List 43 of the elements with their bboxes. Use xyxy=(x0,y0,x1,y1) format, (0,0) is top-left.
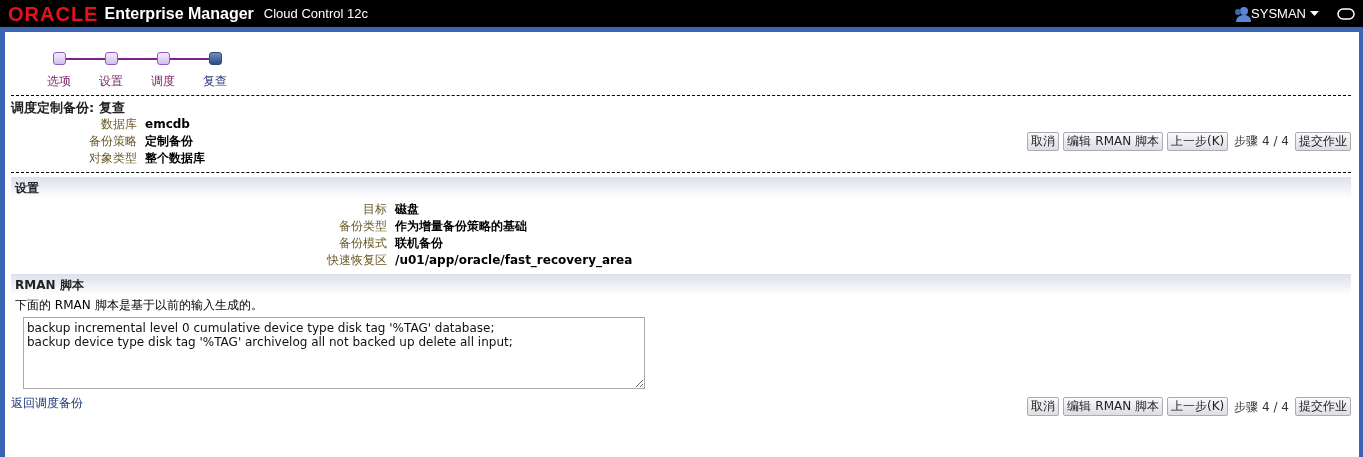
action-button[interactable]: 上一步(K) xyxy=(1167,397,1229,416)
step-counter: 步骤 4 / 4 xyxy=(1234,133,1289,149)
field-label: 备份类型 xyxy=(338,218,387,234)
action-button[interactable]: 编辑 RMAN 脚本 xyxy=(1063,131,1163,151)
submit-button[interactable]: 提交作业 xyxy=(1295,397,1351,416)
product-subtitle: Cloud Control 12c xyxy=(263,5,368,22)
field-label: 备份策略 xyxy=(88,133,137,149)
action-button[interactable]: 取消 xyxy=(1027,131,1060,151)
field-label: 目标 xyxy=(362,201,387,217)
script-field[interactable]: backup incremental level 0 cumulative device type disk tag '%TAG' database; backup device type disk tag '%TAG' archivelog all not backed up delete all input; xyxy=(23,317,645,389)
field-value: emcdb xyxy=(145,116,191,132)
field-label: 数据库 xyxy=(100,116,137,132)
section-header: 设置 xyxy=(11,177,1351,198)
field-value: 作为增量备份策略的基础 xyxy=(395,218,528,234)
back-link[interactable]: 返回调度备份 xyxy=(11,395,83,411)
submit-button[interactable]: 提交作业 xyxy=(1295,131,1351,151)
field-value: 联机备份 xyxy=(395,235,444,251)
train-step[interactable]: 调度 xyxy=(151,73,175,89)
action-button[interactable]: 编辑 RMAN 脚本 xyxy=(1063,397,1163,416)
page-title: 调度定制备份: 复查 xyxy=(11,100,126,116)
train-step[interactable]: 设置 xyxy=(99,73,123,89)
field-label: 快速恢复区 xyxy=(326,252,387,268)
train-step[interactable]: 复查 xyxy=(203,73,227,89)
section-header: RMAN 脚本 xyxy=(11,274,1351,295)
train-connector xyxy=(65,58,105,60)
train-connector xyxy=(169,58,209,60)
train-connector xyxy=(117,58,157,60)
product-name: Enterprise Manager xyxy=(104,5,254,22)
field-label: 对象类型 xyxy=(88,150,137,166)
step-counter: 步骤 4 / 4 xyxy=(1234,398,1289,415)
field-value: /u01/app/oracle/fast_recovery_area xyxy=(395,252,634,268)
user-menu[interactable]: SYSMAN xyxy=(1251,6,1319,21)
action-button[interactable]: 取消 xyxy=(1027,397,1060,416)
caret-icon xyxy=(1310,10,1319,17)
field-value: 磁盘 xyxy=(395,201,420,217)
train-step[interactable]: 选项 xyxy=(47,73,71,89)
action-button[interactable]: 上一步(K) xyxy=(1167,131,1229,151)
section-description: 下面的 RMAN 脚本是基于以前的输入生成的。 xyxy=(14,297,264,314)
field-value: 整个数据库 xyxy=(145,150,205,166)
field-label: 备份模式 xyxy=(338,235,387,251)
logo: ORACLE xyxy=(8,5,99,22)
field-value: 定制备份 xyxy=(145,133,194,149)
user-icon xyxy=(1233,5,1252,22)
